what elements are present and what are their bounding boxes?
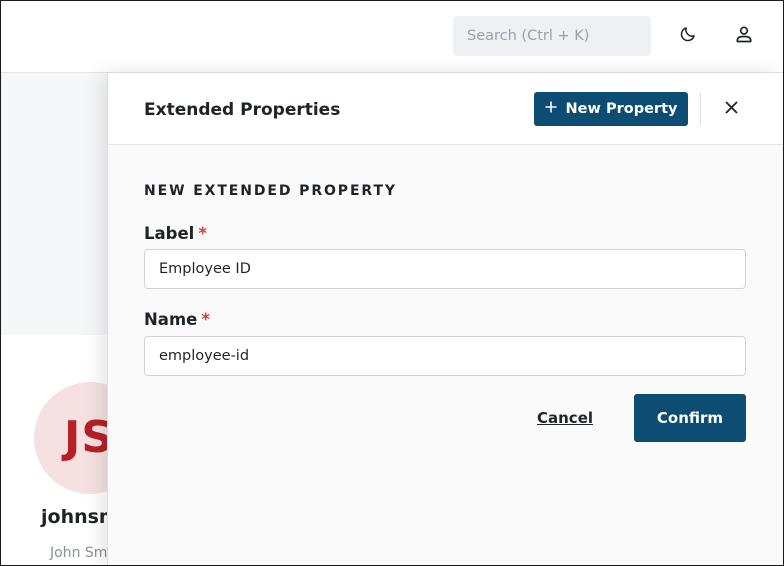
theme-toggle-button[interactable] (675, 23, 701, 49)
extended-properties-panel: Extended Properties New Property NEW EXT… (107, 73, 783, 565)
required-marker: * (201, 310, 210, 329)
label-input[interactable] (144, 249, 746, 289)
required-marker: * (198, 224, 207, 243)
close-panel-button[interactable] (720, 97, 742, 119)
search-input[interactable] (453, 16, 651, 56)
section-title: NEW EXTENDED PROPERTY (144, 183, 397, 199)
user-menu-button[interactable] (731, 23, 757, 49)
confirm-button[interactable]: Confirm (634, 394, 746, 442)
cancel-button[interactable]: Cancel (537, 409, 593, 427)
moon-icon (679, 25, 697, 47)
app-window: JS johnsmith John Smith Extended Propert… (0, 0, 784, 566)
header-divider (700, 93, 701, 125)
panel-header: Extended Properties New Property (108, 73, 783, 145)
field-label-text: Name (144, 310, 198, 329)
new-property-label: New Property (565, 101, 678, 117)
new-property-button[interactable]: New Property (534, 92, 688, 126)
panel-title: Extended Properties (144, 100, 341, 120)
top-header (1, 1, 783, 73)
close-icon (724, 99, 738, 118)
name-field-label: Name * (144, 310, 210, 329)
label-field-label: Label * (144, 224, 207, 243)
field-label-text: Label (144, 224, 195, 243)
name-input[interactable] (144, 336, 746, 376)
user-icon (734, 24, 754, 48)
plus-icon (545, 101, 557, 117)
